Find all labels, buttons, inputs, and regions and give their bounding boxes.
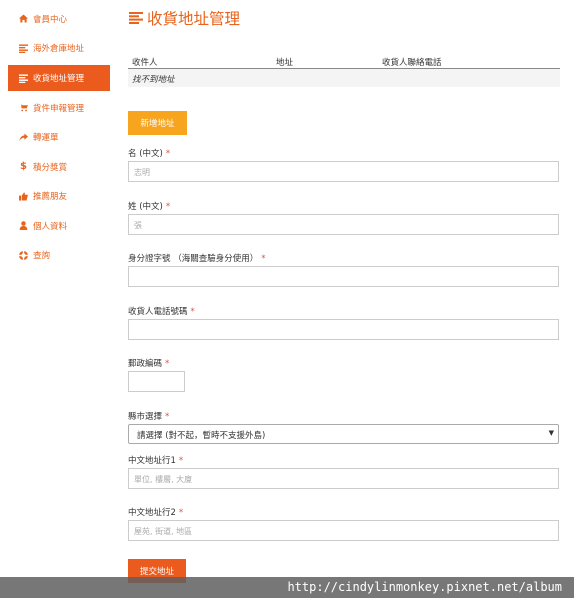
column-header-phone: 收貨人聯絡電話 [382,58,442,68]
phone-label: 收貨人電話號碼 * [128,305,195,317]
list-icon [18,44,29,53]
last-name-label-text: 姓 (中文) [128,202,163,212]
page-title: 收貨地址管理 [128,7,240,29]
watermark-text: http://cindylinmonkey.pixnet.net/album [0,577,574,598]
city-select-value: 請選擇 (對不起，暫時不支援外島) [137,431,266,441]
home-icon [18,14,29,23]
list-icon [18,73,29,83]
address-line1-label: 中文地址行1 * [128,454,183,466]
list-icon [129,12,143,24]
lifebuoy-icon [18,250,29,260]
sidebar-item-label: 個人資料 [33,221,68,232]
id-number-label-text: 身分證字號 （海關查驗身分使用） [128,254,259,264]
sidebar-item-label: 積分獎賞 [33,162,68,173]
required-marker: * [178,456,184,466]
address-line1-label-text: 中文地址行1 [128,456,176,466]
required-marker: * [165,412,170,422]
required-marker: * [165,149,171,159]
zip-field[interactable] [128,371,185,392]
required-marker: * [261,254,266,264]
page-title-text: 收貨地址管理 [147,10,241,28]
sidebar-item-forwarding-order[interactable]: 轉運單 [8,123,110,153]
sidebar-item-refer-friend[interactable]: 推薦朋友 [8,182,110,212]
sidebar-item-label: 推薦朋友 [33,192,68,203]
dollar-icon: $ [20,161,27,173]
sidebar-item-overseas-warehouse[interactable]: 海外倉庫地址 [8,34,110,64]
first-name-field[interactable]: 志明 [128,161,559,182]
address-table: 收件人 地址 收貨人聯絡電話 找不到地址 [128,52,560,87]
required-marker: * [165,359,170,369]
table-header-row: 收件人 地址 收貨人聯絡電話 [128,52,560,69]
required-marker: * [190,307,195,317]
address-line1-field[interactable]: 單位, 樓層, 大廈 [128,468,559,489]
sidebar: 會員中心 海外倉庫地址 收貨地址管理 貨件申報管理 轉運單 $ 積分獎賞 推薦朋… [8,4,110,270]
column-header-recipient: 收件人 [132,58,158,68]
sidebar-item-shipment-declaration[interactable]: 貨件申報管理 [8,93,110,123]
zip-label-text: 郵政編碼 [128,359,163,369]
sidebar-item-label: 查詢 [33,251,51,262]
sidebar-item-label: 貨件申報管理 [33,103,85,114]
last-name-field[interactable]: 張 [128,214,559,235]
empty-message: 找不到地址 [132,75,175,85]
required-marker: * [178,508,184,518]
sidebar-item-inquiry[interactable]: 查詢 [8,241,110,271]
sidebar-item-label: 海外倉庫地址 [33,44,85,55]
thumbs-up-icon [18,192,29,201]
id-number-label: 身分證字號 （海關查驗身分使用） * [128,252,265,264]
zip-label: 郵政編碼 * [128,357,169,369]
first-name-label-text: 名 (中文) [128,149,163,159]
sidebar-item-points-rewards[interactable]: $ 積分獎賞 [8,152,110,182]
last-name-label: 姓 (中文) * [128,200,170,212]
city-label-text: 縣市選擇 [128,412,163,422]
first-name-label: 名 (中文) * [128,147,170,159]
address-line2-label: 中文地址行2 * [128,506,183,518]
phone-field[interactable] [128,319,559,340]
user-icon [18,221,29,231]
sidebar-item-label: 收貨地址管理 [33,74,85,84]
address-line2-field[interactable]: 屋苑, 街道, 地區 [128,520,559,541]
address-line2-label-text: 中文地址行2 [128,508,176,518]
city-label: 縣市選擇 * [128,410,169,422]
phone-label-text: 收貨人電話號碼 [128,307,188,317]
sidebar-item-member-center[interactable]: 會員中心 [8,4,110,34]
cart-icon [18,103,29,112]
required-marker: * [165,202,171,212]
sidebar-item-profile[interactable]: 個人資料 [8,211,110,241]
id-number-field[interactable] [128,266,559,287]
sidebar-item-label: 會員中心 [33,14,68,25]
column-header-address: 地址 [276,58,294,68]
dropdown-arrow-icon: ▼ [548,429,554,437]
add-address-button[interactable]: 新增地址 [128,111,187,135]
sidebar-item-label: 轉運單 [33,133,59,144]
city-select[interactable]: 請選擇 (對不起，暫時不支援外島) ▼ [128,424,559,444]
share-arrow-icon [18,133,29,142]
table-row: 找不到地址 [128,69,560,87]
sidebar-item-address-management[interactable]: 收貨地址管理 [8,65,110,91]
